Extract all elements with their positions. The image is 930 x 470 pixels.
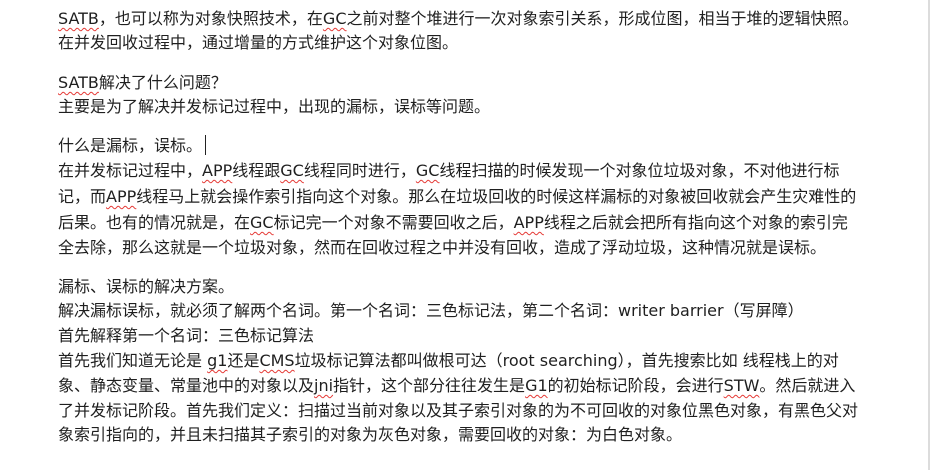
spellcheck-word: STW bbox=[723, 376, 760, 395]
text-run: 漏标、误标的解决方案。 bbox=[58, 277, 235, 296]
text-run: 首先我们知道无论是 bbox=[58, 351, 208, 370]
text-line: 后果。也有的情况就是，在GC标记完一个对象不需要回收之后，APP线程之后就会把所… bbox=[58, 212, 848, 234]
spellcheck-word: jni bbox=[314, 376, 334, 395]
text-line: 在并发标记过程中，APP线程跟GC线程同时进行，GC线程扫描的时候发现一个对象位… bbox=[58, 160, 839, 182]
text-line: 记，而APP线程马上就会操作索引指向这个对象。那么在垃圾回收的时候这样漏标的对象… bbox=[58, 186, 856, 208]
spellcheck-word: g1 bbox=[207, 351, 228, 370]
text-run: 了并发标记阶段。首先我们定义：扫描过当前对象以及其子索引对象的为不可回收的对象位… bbox=[58, 401, 859, 420]
text-line: 在并发回收过程中，通过增量的方式维护这个对象位图。 bbox=[58, 32, 458, 54]
text-line: 漏标、误标的解决方案。 bbox=[58, 276, 234, 298]
text-line: 首先我们知道无论是 g1还是CMS垃圾标记算法都叫做根可达（root searc… bbox=[58, 350, 839, 372]
spellcheck-word: GC bbox=[322, 9, 347, 28]
spellcheck-word: GC bbox=[250, 213, 274, 232]
text-run: 线程马上就会操作索引指向这个对象。那么在垃圾回收的时候这样漏标的对象被回收就会产… bbox=[136, 187, 857, 206]
text-run: 线程之后就会把所有指向这个对象的索引完 bbox=[543, 213, 848, 232]
spellcheck-word: APP bbox=[513, 213, 544, 232]
text-cursor bbox=[205, 135, 207, 155]
text-line: 象、静态变量、常量池中的对象以及jni指针，这个部分往往发生是G1的初始标记阶段… bbox=[58, 375, 855, 397]
text-run: 线程跟 bbox=[232, 161, 281, 180]
spellcheck-word: APP bbox=[106, 187, 137, 206]
text-run: 指针，这个部分往往发生是 bbox=[333, 376, 526, 395]
text-line: 解决漏标误标，就必须了解两个名词。第一个名词：三色标记法，第二个名词：write… bbox=[58, 300, 804, 322]
text-run: 垃圾标记算法都叫做根可达（root searching），首先搜索比如 线程栈上… bbox=[294, 351, 839, 370]
text-run: 主要是为了解决并发标记过程中，出现的漏标，误标等问题。 bbox=[58, 97, 491, 116]
text-run: 什么是漏标，误标。 bbox=[58, 136, 203, 155]
text-run: 标记完一个对象不需要回收之后， bbox=[273, 213, 514, 232]
spellcheck-word: CMS bbox=[259, 351, 295, 370]
spellcheck-word: G1 bbox=[525, 376, 548, 395]
spellcheck-word: SATB bbox=[58, 9, 99, 28]
text-run: 还是 bbox=[227, 351, 260, 370]
text-run: ，也可以称为对象快照技术，在 bbox=[98, 9, 323, 28]
text-run: 之前对整个堆进行一次对象索引关系，形成位图，相当于堆的逻辑快照。 bbox=[346, 9, 859, 28]
text-line: SATB，也可以称为对象快照技术，在GC之前对整个堆进行一次对象索引关系，形成位… bbox=[58, 8, 859, 30]
text-line: 全去除，那么这就是一个垃圾对象，然而在回收过程之中并没有回收，造成了浮动垃圾，这… bbox=[58, 237, 826, 259]
spellcheck-word: GC bbox=[280, 161, 304, 180]
text-run: 记，而 bbox=[58, 187, 107, 206]
spellcheck-word: SATB bbox=[58, 73, 99, 92]
text-line: 什么是漏标，误标。 bbox=[58, 135, 207, 157]
text-run: 象、静态变量、常量池中的对象以及 bbox=[58, 376, 315, 395]
spellcheck-word: APP bbox=[202, 161, 233, 180]
text-line: SATB解决了什么问题？ bbox=[58, 72, 227, 94]
text-run: 后果。也有的情况就是，在 bbox=[58, 213, 251, 232]
text-run: 线程扫描的时候发现一个对象位垃圾对象，不对他进行标 bbox=[439, 161, 840, 180]
text-run: 在并发标记过程中， bbox=[58, 161, 203, 180]
text-run: 首先解释第一个名词：三色标记算法 bbox=[58, 326, 315, 345]
text-line: 主要是为了解决并发标记过程中，出现的漏标，误标等问题。 bbox=[58, 96, 490, 118]
spellcheck-word: GC bbox=[415, 161, 440, 180]
text-run: 的初始标记阶段，会进行 bbox=[547, 376, 724, 395]
text-run: 全去除，那么这就是一个垃圾对象，然而在回收过程之中并没有回收，造成了浮动垃圾，这… bbox=[58, 238, 827, 257]
document-body[interactable]: SATB，也可以称为对象快照技术，在GC之前对整个堆进行一次对象索引关系，形成位… bbox=[0, 0, 930, 470]
text-run: 线程同时进行， bbox=[303, 161, 416, 180]
text-line: 象索引指向的，并且未扫描其子索引的对象为灰色对象，需要回收的对象：为白色对象。 bbox=[58, 424, 682, 446]
text-run: 解决漏标误标，就必须了解两个名词。第一个名词：三色标记法，第二个名词：write… bbox=[58, 301, 804, 320]
text-run: 象索引指向的，并且未扫描其子索引的对象为灰色对象，需要回收的对象：为白色对象。 bbox=[58, 425, 683, 444]
text-run: 。然后就进入 bbox=[759, 376, 856, 395]
text-run: 解决了什么问题？ bbox=[98, 73, 227, 92]
text-line: 首先解释第一个名词：三色标记算法 bbox=[58, 325, 314, 347]
text-run: 在并发回收过程中，通过增量的方式维护这个对象位图。 bbox=[58, 33, 459, 52]
text-line: 了并发标记阶段。首先我们定义：扫描过当前对象以及其子索引对象的为不可回收的对象位… bbox=[58, 400, 858, 422]
